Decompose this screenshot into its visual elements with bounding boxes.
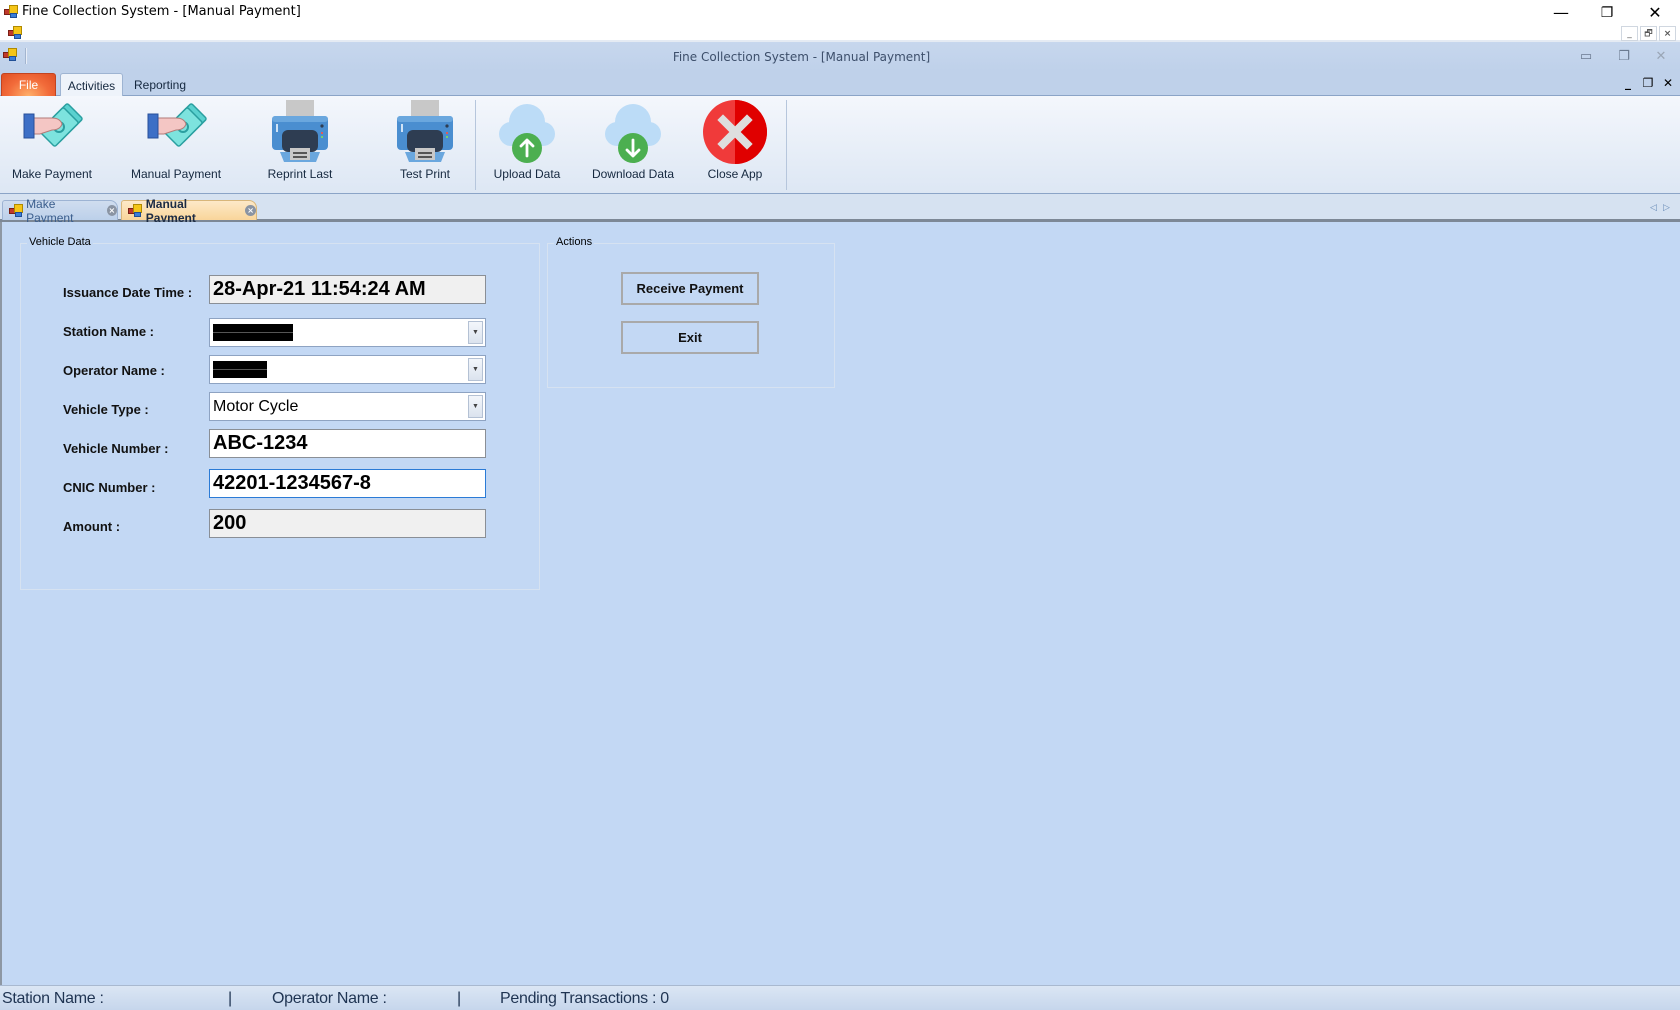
doc-tab-label: Make Payment [26, 196, 74, 225]
upload-data-button[interactable]: Upload Data [486, 96, 568, 192]
app-icon [4, 5, 18, 19]
tab-reporting[interactable]: Reporting [128, 73, 192, 97]
manual-payment-label: Manual Payment [130, 167, 222, 181]
ribbon-tab-bar: File Activities Reporting _ ❐ ✕ [0, 71, 1680, 97]
close-app-button[interactable]: Close App [694, 96, 776, 192]
status-pending-transactions: Pending Transactions : 0 [500, 990, 669, 1007]
tab-scroll-right-icon[interactable]: ▷ [1663, 202, 1670, 213]
upload-data-label: Upload Data [493, 167, 561, 181]
mdi-restore-button[interactable]: 🗗 [1640, 26, 1657, 41]
close-tab-icon[interactable]: × [106, 205, 117, 216]
manual-payment-form: Vehicle Data Issuance Date Time : 28-Apr… [0, 222, 1680, 985]
station-name-label: Station Name : [63, 324, 155, 339]
close-circle-icon [699, 96, 771, 166]
vehicle-type-label: Vehicle Type : [63, 402, 149, 417]
vehicle-number-input[interactable]: ABC-1234 [209, 429, 486, 458]
window-title-bar: Fine Collection System - [Manual Payment… [0, 0, 1680, 25]
chevron-down-icon[interactable]: ▼ [468, 358, 483, 381]
download-data-button[interactable]: Download Data [590, 96, 676, 192]
close-app-label: Close App [707, 167, 763, 181]
vehicle-number-value: ABC-1234 [213, 432, 308, 454]
document-tab-strip: Make Payment × Manual Payment × ◁ ▷ [0, 194, 1680, 225]
ribbon-group-separator [475, 100, 476, 190]
download-data-label: Download Data [591, 167, 675, 181]
mdi-child-icon[interactable] [8, 26, 22, 40]
cloud-upload-icon [491, 96, 563, 166]
mdi-close-button[interactable]: × [1659, 26, 1676, 41]
issuance-date-value: 28-Apr-21 11:54:24 AM [213, 278, 426, 300]
exit-button[interactable]: Exit [621, 321, 759, 354]
amount-value: 200 [213, 512, 247, 534]
cloud-download-icon [597, 96, 669, 166]
issuance-date-label: Issuance Date Time : [63, 285, 193, 300]
close-tab-icon[interactable]: × [245, 205, 256, 216]
make-payment-label: Make Payment [11, 167, 93, 181]
make-payment-button[interactable]: Make Payment [11, 96, 93, 192]
mdi-child-bar: _ 🗗 × [0, 25, 1680, 42]
ribbon-close-button[interactable]: ✕ [1649, 46, 1673, 66]
operator-name-label: Operator Name : [63, 363, 165, 378]
chevron-down-icon[interactable]: ▼ [468, 395, 483, 418]
cnic-number-label: CNIC Number : [63, 480, 156, 495]
ribbon-group-separator [786, 100, 787, 190]
chevron-down-icon[interactable]: ▼ [468, 321, 483, 344]
issuance-date-field[interactable]: 28-Apr-21 11:54:24 AM [209, 275, 486, 304]
amount-field[interactable]: 200 [209, 509, 486, 538]
ribbon-caption: Fine Collection System - [Manual Payment… [672, 50, 931, 64]
window-close-button[interactable]: ✕ [1632, 0, 1678, 25]
reprint-last-button[interactable]: Reprint Last [259, 96, 341, 192]
manual-payment-button[interactable]: Manual Payment [131, 96, 221, 192]
station-name-dropdown[interactable]: ▼ [209, 318, 486, 347]
status-bar: Station Name : | Operator Name : | Pendi… [0, 985, 1680, 1010]
child-close-button[interactable]: ✕ [1659, 75, 1677, 91]
status-station-name: Station Name : [2, 990, 104, 1007]
status-operator-name: Operator Name : [272, 990, 387, 1007]
actions-group: Actions [547, 236, 835, 388]
form-icon [9, 203, 23, 218]
tab-scroll-left-icon[interactable]: ◁ [1650, 202, 1657, 213]
tab-activities[interactable]: Activities [60, 73, 123, 97]
ribbon-panel: Make Payment Manual Payment Reprint Last… [0, 96, 1680, 194]
status-separator: | [457, 990, 461, 1007]
status-separator: | [228, 990, 232, 1007]
printer-icon [389, 96, 461, 166]
vehicle-data-title: Vehicle Data [27, 236, 93, 248]
form-icon [128, 203, 142, 218]
vehicle-type-dropdown[interactable]: Motor Cycle ▼ [209, 392, 486, 421]
child-minimize-button[interactable]: _ [1619, 75, 1637, 91]
redacted-operator-value [213, 361, 267, 378]
test-print-button[interactable]: Test Print [384, 96, 466, 192]
hand-money-icon [16, 96, 88, 166]
cnic-number-input[interactable]: 42201-1234567-8 [209, 469, 486, 498]
window-restore-button[interactable]: ❐ [1584, 0, 1630, 25]
tab-file[interactable]: File [1, 73, 56, 97]
cnic-number-value: 42201-1234567-8 [213, 472, 371, 494]
vehicle-number-label: Vehicle Number : [63, 441, 169, 456]
window-title: Fine Collection System - [Manual Payment… [22, 4, 301, 19]
hand-money-icon [140, 96, 212, 166]
window-minimize-button[interactable]: — [1538, 0, 1584, 25]
test-print-label: Test Print [399, 167, 450, 181]
mdi-minimize-button[interactable]: _ [1621, 26, 1638, 41]
ribbon-restore-button[interactable]: ❐ [1612, 46, 1636, 66]
actions-title: Actions [554, 236, 595, 248]
doc-tab-make-payment[interactable]: Make Payment × [2, 197, 118, 225]
amount-label: Amount : [63, 519, 121, 534]
receive-payment-button[interactable]: Receive Payment [621, 272, 759, 305]
doc-tab-label: Manual Payment [145, 196, 196, 225]
vehicle-type-value: Motor Cycle [213, 397, 299, 415]
redacted-station-value [213, 324, 293, 341]
ribbon-caption-bar: Fine Collection System - [Manual Payment… [0, 42, 1680, 71]
child-restore-button[interactable]: ❐ [1639, 75, 1657, 91]
ribbon-minimize-button[interactable]: ▭ [1574, 46, 1598, 66]
doc-tab-manual-payment[interactable]: Manual Payment × [121, 197, 257, 225]
reprint-last-label: Reprint Last [267, 167, 333, 181]
operator-name-dropdown[interactable]: ▼ [209, 355, 486, 384]
printer-icon [264, 96, 336, 166]
